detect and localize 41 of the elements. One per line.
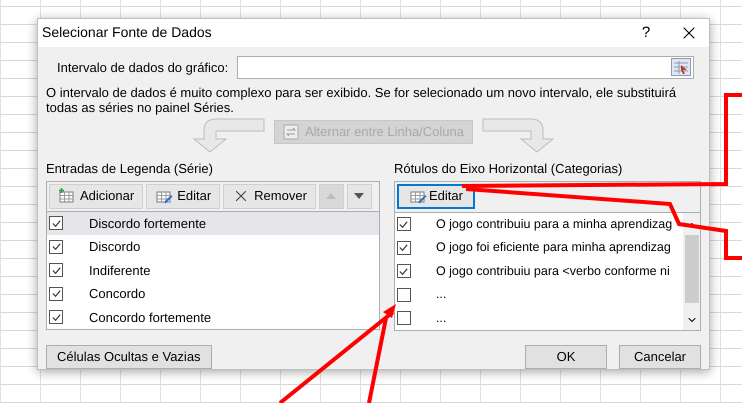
legend-section-title: Entradas de Legenda (Série) bbox=[46, 160, 214, 178]
info-message: O intervalo de dados é muito complexo para ser exibido. Se for selecionado um novo intervalo, ele substituirá todas as séries no painel Séries. bbox=[45, 84, 678, 115]
checkbox[interactable] bbox=[396, 217, 411, 232]
range-label: Intervalo de dados do gráfico: bbox=[57, 58, 228, 77]
checkbox[interactable] bbox=[49, 240, 63, 254]
range-input-field[interactable] bbox=[237, 56, 694, 79]
range-picker-icon[interactable] bbox=[671, 58, 691, 76]
series-list-item[interactable]: Indiferente bbox=[47, 258, 379, 282]
table-plus-icon bbox=[58, 188, 76, 204]
swap-icon bbox=[283, 124, 299, 140]
hidden-empty-cells-button[interactable]: Células Ocultas e Vazias bbox=[46, 345, 212, 369]
series-list-item[interactable]: Concordo fortemente bbox=[47, 306, 379, 329]
down-triangle-icon bbox=[354, 193, 364, 199]
checkbox[interactable] bbox=[396, 311, 411, 326]
category-label: O jogo foi eficiente para minha aprendizag bbox=[436, 239, 671, 256]
cancel-button[interactable]: Cancelar bbox=[619, 345, 701, 369]
move-down-button[interactable] bbox=[346, 184, 372, 208]
ok-button[interactable]: OK bbox=[525, 345, 607, 369]
series-list-item[interactable]: Concordo bbox=[47, 282, 379, 306]
checkbox[interactable] bbox=[49, 263, 63, 278]
checkbox[interactable] bbox=[49, 310, 63, 324]
checkbox[interactable] bbox=[49, 216, 63, 230]
series-list-item[interactable]: Discordo fortemente bbox=[47, 212, 379, 235]
toolbar-button[interactable]: Adicionar bbox=[49, 184, 144, 208]
window-title: Selecionar Fonte de Dados bbox=[42, 23, 213, 42]
checkbox[interactable] bbox=[396, 288, 411, 302]
toolbar-button[interactable]: Editar bbox=[146, 184, 220, 208]
category-label: O jogo contribuiu para <verbo conforme ni bbox=[436, 262, 670, 280]
checkbox[interactable] bbox=[49, 286, 63, 301]
checkbox[interactable] bbox=[396, 240, 411, 255]
scrollbar[interactable] bbox=[683, 212, 700, 330]
checkbox[interactable] bbox=[396, 264, 411, 278]
axis-section-title: Rótulos do Eixo Horizontal (Categorias) bbox=[394, 160, 624, 178]
category-label: O jogo contribuiu para a minha aprendizag bbox=[436, 216, 672, 233]
edit-button[interactable]: Editar bbox=[396, 184, 475, 208]
toolbar-button[interactable]: Remover bbox=[223, 184, 316, 208]
category-label: ... bbox=[436, 310, 446, 327]
help-button[interactable]: ? bbox=[631, 22, 661, 44]
up-triangle-icon bbox=[326, 193, 336, 199]
series-list-item[interactable]: Discordo bbox=[47, 235, 379, 258]
category-label: ... bbox=[436, 286, 446, 304]
